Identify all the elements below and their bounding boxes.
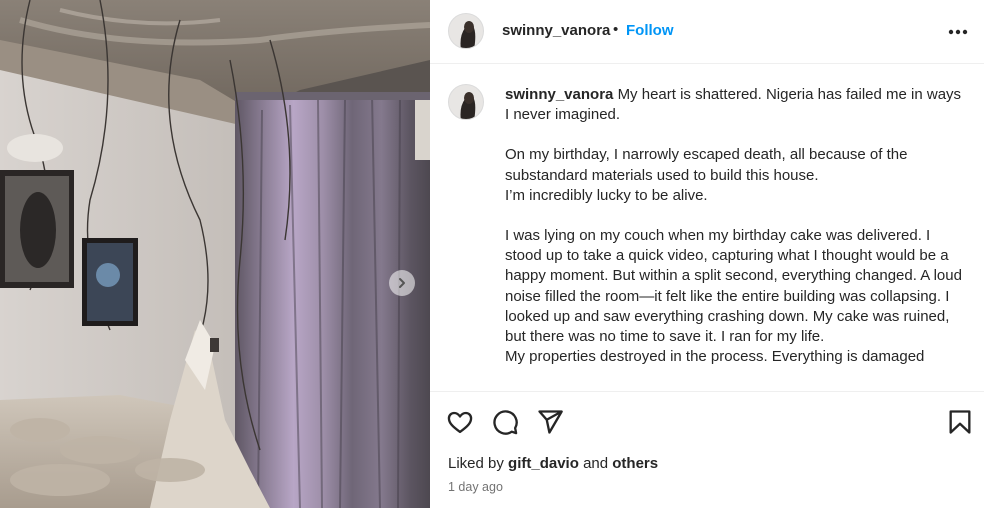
caption-line: On my birthday, I narrowly escaped death… xyxy=(505,146,908,184)
liked-by-prefix: Liked by xyxy=(448,455,504,472)
liked-by-user[interactable]: gift_davio xyxy=(508,455,579,472)
separator-dot: • xyxy=(613,21,619,38)
header-username[interactable]: swinny_vanora xyxy=(502,22,610,39)
more-options-icon[interactable] xyxy=(946,22,970,42)
post-photo xyxy=(0,0,430,508)
caption-paragraph: swinny_vanora My heart is shattered. Nig… xyxy=(505,85,967,125)
heart-icon[interactable] xyxy=(446,408,474,436)
avatar-image xyxy=(449,85,483,119)
bookmark-icon[interactable] xyxy=(946,408,974,436)
avatar[interactable] xyxy=(448,13,484,49)
carousel-next-button[interactable] xyxy=(389,270,415,296)
caption-avatar[interactable] xyxy=(448,84,484,120)
caption-line: I’m incredibly lucky to be alive. xyxy=(505,186,708,204)
liked-by-and: and xyxy=(583,455,609,472)
post-timestamp[interactable]: 1 day ago xyxy=(448,480,503,494)
liked-by-others[interactable]: others xyxy=(612,455,658,472)
caption-username[interactable]: swinny_vanora xyxy=(505,86,613,103)
post-media[interactable] xyxy=(0,0,430,508)
follow-button[interactable]: Follow xyxy=(626,22,674,39)
chevron-right-icon xyxy=(399,278,405,288)
caption-area[interactable]: swinny_vanora My heart is shattered. Nig… xyxy=(430,65,984,391)
avatar-image xyxy=(449,14,483,48)
share-icon[interactable] xyxy=(536,408,564,436)
comment-icon[interactable] xyxy=(491,408,519,436)
post-header: swinny_vanora • Follow xyxy=(430,0,984,64)
likes-summary: Liked by gift_davio and others xyxy=(448,455,658,472)
caption-text: swinny_vanora My heart is shattered. Nig… xyxy=(505,85,967,367)
post-details-panel: swinny_vanora • Follow swinny_vanora My … xyxy=(430,0,984,508)
caption-line: My properties destroyed in the process. … xyxy=(505,348,925,366)
caption-line: I was lying on my couch when my birthday… xyxy=(505,227,962,346)
post-actions: Liked by gift_davio and others 1 day ago xyxy=(430,391,984,508)
